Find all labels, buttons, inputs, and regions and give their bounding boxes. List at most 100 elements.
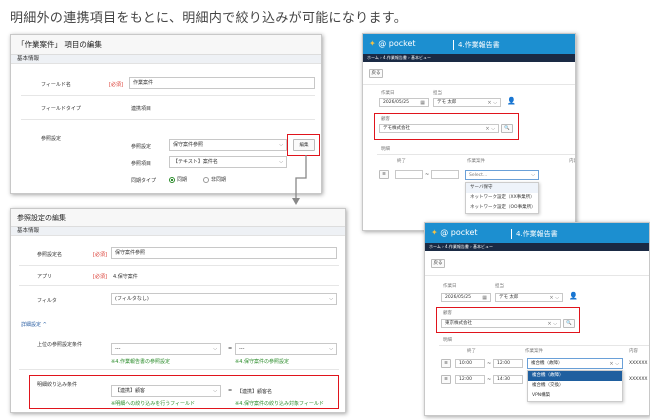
ref-name-label: 参照設定名 [37, 252, 63, 258]
chevron-down-icon: ⌵ [329, 296, 333, 302]
basic-info-section: 基本情報 [11, 55, 321, 64]
field-name-input[interactable]: 作業案件 [129, 77, 315, 89]
report-screen-1: ✦ @ pocket 4.作業報告書 ホーム › 4.作業報告書 › 基本ビュー… [362, 33, 576, 231]
content-value: XXXXXX [629, 361, 648, 366]
field-type-value: 連携項目 [131, 106, 152, 112]
detail-label: 明細 [443, 338, 452, 343]
page-heading: 明細外の連携項目をもとに、明細内で絞り込みが可能になります。 [10, 11, 408, 26]
sync-off-radio[interactable]: 非同期 [203, 176, 226, 183]
customer-highlight [374, 113, 519, 140]
ref-item-select[interactable]: 【テキスト】案件名 ⌵ [169, 156, 287, 168]
case-options-dropdown: サーバ保守 ネットワーク設定（XX事業所） ネットワーク設定（OO事業所） [465, 182, 539, 214]
basic-info-section: 基本情報 [11, 227, 345, 236]
required-mark: [必須] [93, 274, 107, 280]
staff-select[interactable]: デモ 太郎 × ⌵ [433, 98, 501, 107]
upper-left-select[interactable]: --- ⌵ [111, 343, 221, 355]
breadcrumb[interactable]: ホーム › 4.作業報告書 › 基本ビュー [363, 54, 575, 62]
dropdown-option[interactable]: 複合機（交換） [528, 381, 622, 391]
pocket-logo: ✦ @ pocket [369, 39, 416, 48]
field-name-label: フィールド名 [41, 82, 71, 88]
pocket-logo: ✦ @ pocket [431, 228, 478, 237]
staff-select[interactable]: デモ 太郎 × ⌵ [495, 293, 563, 302]
start-time-input[interactable]: 12:00 [455, 375, 485, 384]
staff-label: 担当 [495, 284, 504, 289]
field-type-label: フィールドタイプ [41, 106, 81, 112]
chevron-down-icon: ⌵ [279, 142, 283, 148]
chevron-down-icon: ⌵ [279, 159, 283, 165]
chevron-down-icon: ⌵ [531, 172, 535, 178]
detail-filter-highlight [29, 375, 339, 409]
customer-highlight [436, 307, 580, 333]
dropdown-option[interactable]: 複合機（故障） [528, 371, 622, 381]
chevron-down-icon: ⌵ [329, 346, 333, 352]
app-label: アプリ [37, 274, 53, 280]
bird-icon: ✦ [369, 39, 376, 48]
app-value: 4.保守案件 [113, 274, 138, 280]
ref-name-input[interactable]: 保守案件参照 [111, 247, 337, 259]
ref-setting-select[interactable]: 保守案件参照 ⌵ [169, 139, 287, 151]
sync-type-label: 同期タイプ [131, 178, 157, 184]
col-content: 内容 [569, 159, 575, 164]
col-end: 終了 [397, 159, 406, 164]
report-screen-2: ✦ @ pocket 4.作業報告書 ホーム › 4.作業報告書 › 基本ビュー… [424, 222, 650, 416]
app-title: 4.作業報告書 [511, 229, 558, 239]
advanced-settings-toggle[interactable]: 詳細設定 ^ [21, 321, 47, 328]
date-input[interactable]: 2026/05/25 ▦ [379, 98, 429, 107]
col-case: 作業案件 [467, 159, 485, 164]
row-drag-handle[interactable]: ≡ [379, 170, 389, 179]
ref-edit-panel: 参照設定の編集 基本情報 参照設定名 [必須] 保守案件参照 アプリ [必須] … [10, 208, 346, 413]
calendar-icon: ▦ [482, 295, 487, 301]
sync-on-radio[interactable]: 同期 [169, 176, 187, 183]
required-mark: [必須] [93, 252, 107, 258]
bird-icon: ✦ [431, 228, 438, 237]
back-button[interactable]: 戻る [369, 69, 383, 78]
col-case: 作業案件 [525, 349, 543, 354]
filter-label: フィルタ [37, 298, 57, 304]
app-header: ✦ @ pocket 4.作業報告書 [425, 223, 649, 243]
detail-label: 明細 [381, 147, 390, 152]
filter-select[interactable]: (フィルタなし) ⌵ [111, 293, 337, 305]
end-time-input[interactable]: 12:00 [493, 359, 523, 368]
col-content: 内容 [629, 349, 638, 354]
ref-item-label: 参照項目 [131, 161, 152, 167]
ref-section-label: 参照設定 [41, 136, 62, 142]
case-select[interactable]: 複合機（故障） × ⌵ [527, 358, 623, 369]
content-value: XXXXXX [629, 377, 648, 382]
required-mark: [必須] [109, 82, 123, 88]
upper-right-note: ※4.保守案件の参照設定 [235, 359, 289, 365]
radio-selected-icon [169, 176, 175, 183]
equals-sign: = [228, 346, 233, 352]
upper-right-select[interactable]: --- ⌵ [235, 343, 337, 355]
row-drag-handle[interactable]: ≡ [441, 375, 451, 384]
col-end: 終了 [467, 349, 476, 354]
staff-label: 担当 [433, 91, 442, 96]
end-time-input[interactable] [431, 170, 459, 179]
start-time-input[interactable]: 10:00 [455, 359, 485, 368]
breadcrumb[interactable]: ホーム › 4.作業報告書 › 基本ビュー [425, 243, 649, 251]
date-label: 作業日 [381, 91, 395, 96]
field-edit-title: 「作業案件」 項目の編集 [11, 35, 321, 55]
dropdown-option[interactable]: ネットワーク設定（XX事業所） [466, 193, 538, 203]
date-label: 作業日 [443, 284, 457, 289]
date-input[interactable]: 2026/05/25 ▦ [441, 293, 491, 302]
end-time-input[interactable]: 14:30 [493, 375, 523, 384]
radio-icon [203, 176, 209, 183]
upper-ref-label: 上位の参照設定条件 [37, 342, 83, 348]
case-select[interactable]: Select... ⌵ [465, 170, 539, 180]
calendar-icon: ▦ [420, 100, 425, 106]
field-edit-panel: 「作業案件」 項目の編集 基本情報 フィールド名 [必須] 作業案件 フィールド… [10, 34, 322, 194]
row-drag-handle[interactable]: ≡ [441, 359, 451, 368]
dropdown-option[interactable]: ネットワーク設定（OO事業所） [466, 203, 538, 213]
dropdown-option[interactable]: サーバ保守 [466, 183, 538, 193]
ref-setting-label: 参照設定 [131, 144, 152, 150]
start-time-input[interactable] [395, 170, 423, 179]
user-icon[interactable]: 👤 [507, 97, 516, 105]
back-button[interactable]: 戻る [431, 259, 445, 268]
edit-highlight [287, 134, 320, 156]
ref-edit-title: 参照設定の編集 [11, 209, 345, 227]
dropdown-option[interactable]: VPN構築 [528, 391, 622, 401]
chevron-down-icon: ⌵ [213, 346, 217, 352]
app-title: 4.作業報告書 [453, 40, 500, 50]
user-icon[interactable]: 👤 [569, 292, 578, 300]
app-header: ✦ @ pocket 4.作業報告書 [363, 34, 575, 54]
